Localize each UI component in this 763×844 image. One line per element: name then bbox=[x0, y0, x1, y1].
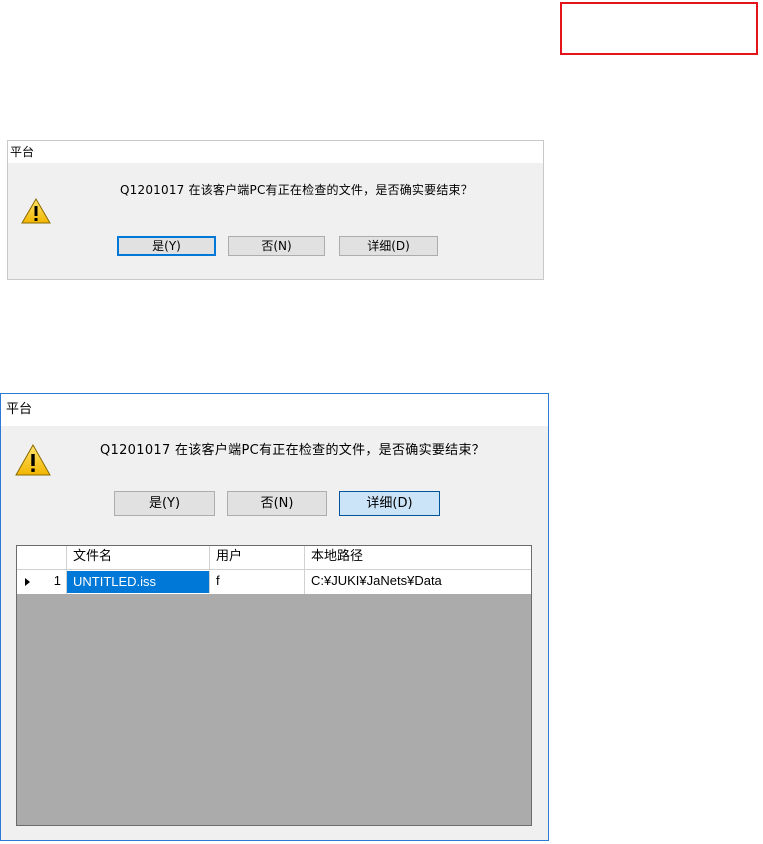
no-button[interactable]: 否(N) bbox=[228, 236, 325, 256]
dialog-title: 平台 bbox=[1, 394, 548, 426]
column-header-local-path[interactable]: 本地路径 bbox=[305, 546, 531, 569]
details-button[interactable]: 详细(D) bbox=[339, 236, 438, 256]
yes-button[interactable]: 是(Y) bbox=[114, 491, 215, 516]
column-header-user[interactable]: 用户 bbox=[210, 546, 305, 569]
file-grid[interactable]: 文件名 用户 本地路径 1 UNTITLED.iss f C:¥JUKI¥JaN… bbox=[16, 545, 532, 826]
confirm-dialog-expanded: 平台 Q1201017 在该客户端PC有正在检查的文件，是否确实要结束？ 是(Y… bbox=[0, 393, 549, 841]
column-header-filename[interactable]: 文件名 bbox=[67, 546, 210, 569]
cell-user[interactable]: f bbox=[210, 570, 305, 594]
cell-filename[interactable]: UNTITLED.iss bbox=[67, 571, 210, 593]
dialog-title: 平台 bbox=[8, 141, 543, 163]
no-button[interactable]: 否(N) bbox=[227, 491, 327, 516]
row-header-corner bbox=[17, 546, 67, 569]
row-pointer-icon bbox=[25, 578, 30, 586]
confirm-dialog-compact: 平台 Q1201017 在该客户端PC有正在检查的文件，是否确实要结束？ 是(Y… bbox=[7, 140, 544, 280]
warning-icon bbox=[21, 198, 51, 224]
highlight-box bbox=[560, 2, 758, 55]
details-button[interactable]: 详细(D) bbox=[339, 491, 440, 516]
grid-header: 文件名 用户 本地路径 bbox=[17, 546, 531, 570]
table-row[interactable]: 1 UNTITLED.iss f C:¥JUKI¥JaNets¥Data bbox=[17, 570, 531, 594]
row-header[interactable]: 1 bbox=[17, 570, 67, 594]
dialog-message: Q1201017 在该客户端PC有正在检查的文件，是否确实要结束？ bbox=[120, 183, 473, 197]
row-index: 1 bbox=[53, 573, 61, 588]
cell-local-path[interactable]: C:¥JUKI¥JaNets¥Data bbox=[305, 570, 531, 594]
yes-button[interactable]: 是(Y) bbox=[117, 236, 216, 256]
dialog-message: Q1201017 在该客户端PC有正在检查的文件，是否确实要结束？ bbox=[100, 443, 486, 458]
warning-icon bbox=[15, 444, 51, 476]
